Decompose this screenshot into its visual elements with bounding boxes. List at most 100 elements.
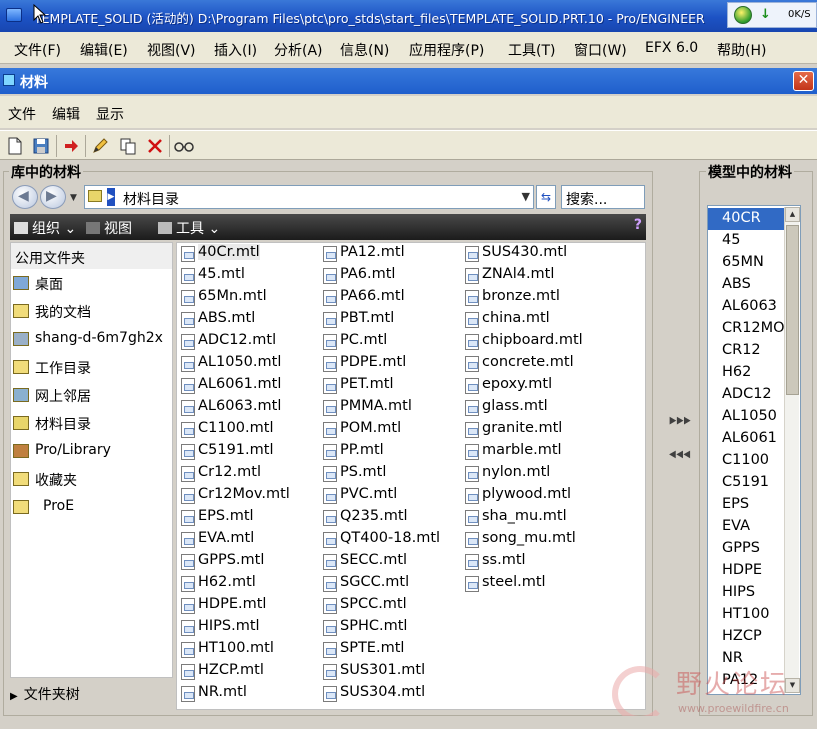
folder-tree-toggle[interactable]: ▶ 文件夹树 — [10, 684, 80, 704]
help-icon[interactable]: ? — [634, 217, 642, 233]
menu-file[interactable]: 文件(F) — [14, 40, 61, 60]
file-name: H62.mtl — [198, 574, 256, 590]
window-title-bar: TEMPLATE_SOLID (活动的) D:\Program Files\pt… — [0, 0, 817, 32]
add-material-button[interactable]: ⯈⯈⯈ — [667, 414, 693, 430]
chevron-down-icon[interactable]: ▼ — [522, 190, 530, 203]
remove-material-button[interactable]: ⯇⯇⯇ — [667, 448, 693, 464]
material-file-icon — [465, 356, 479, 372]
material-directory-icon — [13, 416, 29, 430]
menu-view[interactable]: 视图(V) — [147, 40, 196, 60]
menu-info[interactable]: 信息(N) — [340, 40, 389, 60]
file-name: EVA.mtl — [198, 530, 255, 546]
nav-item-label: 工作目录 — [35, 361, 91, 377]
scroll-up-icon[interactable]: ▲ — [785, 207, 800, 222]
menu-edit[interactable]: 编辑(E) — [80, 40, 128, 60]
file-name: china.mtl — [482, 310, 550, 326]
model-material-item[interactable]: CR12MOV — [708, 318, 784, 340]
model-material-item[interactable]: 65MN — [708, 252, 784, 274]
tools-menu[interactable]: 工具 ⌄ — [158, 218, 220, 238]
material-file-icon — [181, 444, 195, 460]
menu-insert[interactable]: 插入(I) — [214, 40, 257, 60]
model-material-item[interactable]: H62 — [708, 362, 784, 384]
glasses-icon[interactable] — [173, 135, 195, 157]
file-name: SECC.mtl — [340, 552, 408, 568]
refresh-button[interactable]: ⇆ — [536, 185, 556, 209]
menu-efx[interactable]: EFX 6.0 — [645, 40, 698, 56]
material-file-icon — [181, 510, 195, 526]
model-material-item[interactable]: HZCP — [708, 626, 784, 648]
material-file-icon — [181, 246, 195, 262]
model-material-item[interactable]: HDPE — [708, 560, 784, 582]
model-material-item[interactable]: GPPS — [708, 538, 784, 560]
model-material-item[interactable]: CR12 — [708, 340, 784, 362]
menu-applications[interactable]: 应用程序(P) — [409, 40, 484, 60]
delete-icon[interactable] — [144, 135, 166, 157]
material-file-icon — [181, 620, 195, 636]
file-list: 40Cr.mtl 45.mtl 65Mn.mtl ABS.mtl ADC12.mtl AL… — [176, 242, 646, 710]
save-icon[interactable] — [30, 135, 52, 157]
file-name: chipboard.mtl — [482, 332, 583, 348]
file-name: POM.mtl — [340, 420, 402, 436]
history-dropdown-icon[interactable]: ▼ — [70, 193, 77, 203]
menu-analysis[interactable]: 分析(A) — [274, 40, 323, 60]
nav-item-label: 我的文档 — [35, 305, 91, 321]
model-material-item[interactable]: C5191 — [708, 472, 784, 494]
close-button[interactable]: ✕ — [793, 71, 814, 91]
model-material-item[interactable]: EVA — [708, 516, 784, 538]
menu-window[interactable]: 窗口(W) — [574, 40, 627, 60]
material-file-icon — [181, 312, 195, 328]
address-bar[interactable]: ▶ 材料目录 ▼ — [84, 185, 534, 209]
back-button[interactable]: ◀ — [12, 185, 38, 209]
search-input[interactable]: 搜索... — [561, 185, 645, 209]
mouse-cursor-icon — [33, 4, 47, 24]
model-material-item[interactable]: ADC12 — [708, 384, 784, 406]
model-material-item[interactable]: AL6063 — [708, 296, 784, 318]
proe-app-icon — [6, 8, 22, 22]
material-file-icon — [465, 554, 479, 570]
watermark-logo — [612, 666, 668, 722]
model-material-item[interactable]: HIPS — [708, 582, 784, 604]
model-material-item[interactable]: ABS — [708, 274, 784, 296]
model-material-item[interactable]: 40CR — [708, 208, 784, 230]
model-material-item[interactable]: AL6061 — [708, 428, 784, 450]
model-material-item[interactable]: 45 — [708, 230, 784, 252]
model-material-item[interactable]: AL1050 — [708, 406, 784, 428]
dialog-menu-display[interactable]: 显示 — [96, 104, 124, 124]
network-tray[interactable]: ↓ 0K/S — [727, 2, 817, 28]
arrow-right-icon[interactable] — [60, 135, 82, 157]
scrollbar-thumb[interactable] — [786, 225, 799, 395]
material-file-icon — [465, 268, 479, 284]
file-name: granite.mtl — [482, 420, 563, 436]
material-file-icon — [181, 400, 195, 416]
model-material-item[interactable]: HT100 — [708, 604, 784, 626]
material-file-icon — [323, 268, 337, 284]
pencil-icon[interactable] — [89, 135, 111, 157]
copy-icon[interactable] — [117, 135, 139, 157]
breadcrumb-arrow-icon[interactable]: ▶ — [107, 188, 115, 206]
network-icon — [13, 388, 29, 402]
model-material-item[interactable]: EPS — [708, 494, 784, 516]
dialog-menu-file[interactable]: 文件 — [8, 104, 36, 124]
library-group-label: 库中的材料 — [9, 162, 83, 182]
nav-item-label: shang-d-6m7gh2x — [35, 330, 163, 346]
my-documents-icon — [13, 304, 29, 318]
dialog-menu-edit[interactable]: 编辑 — [52, 104, 80, 124]
forward-button[interactable]: ▶ — [40, 185, 66, 209]
view-menu[interactable]: 视图 — [86, 218, 132, 238]
organize-menu[interactable]: 组织 ⌄ — [14, 218, 76, 238]
toolbar-separator — [169, 135, 170, 157]
file-name: PDPE.mtl — [340, 354, 407, 370]
organize-icon — [14, 222, 28, 234]
folder-tree-label: 文件夹树 — [23, 687, 80, 703]
menu-tools[interactable]: 工具(T) — [508, 40, 555, 60]
material-file-icon — [181, 290, 195, 306]
model-material-item[interactable]: C1100 — [708, 450, 784, 472]
new-file-icon[interactable] — [4, 135, 26, 157]
model-list-scrollbar[interactable]: ▲ ▼ — [784, 207, 800, 693]
materials-dialog-title-bar: 材料 ✕ — [0, 68, 817, 94]
menu-help[interactable]: 帮助(H) — [717, 40, 766, 60]
file-name: Q235.mtl — [340, 508, 408, 524]
file-name: ZNAl4.mtl — [482, 266, 555, 282]
material-file-icon — [323, 334, 337, 350]
file-name: PA6.mtl — [340, 266, 396, 282]
